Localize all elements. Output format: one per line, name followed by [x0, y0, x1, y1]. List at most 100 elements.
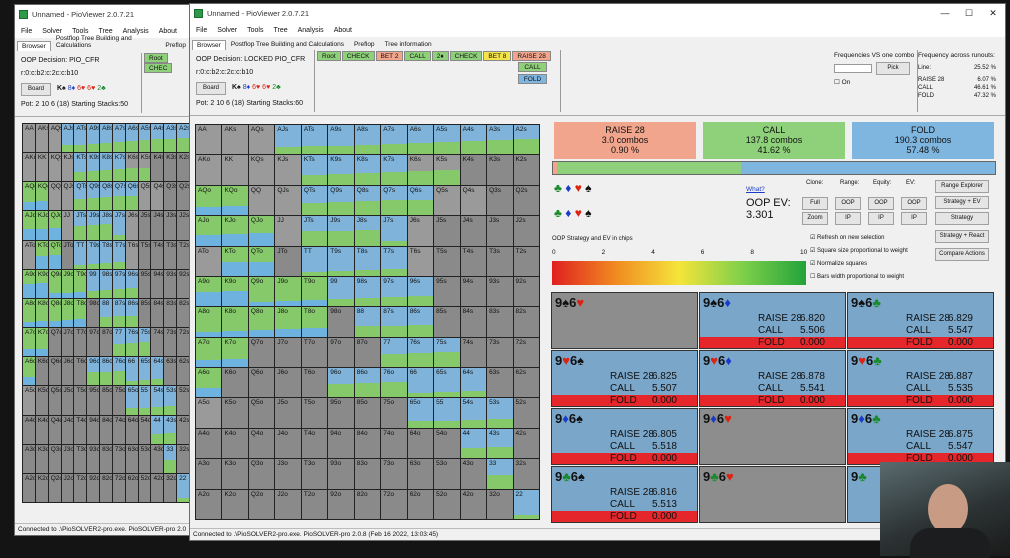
- range-cell[interactable]: 93s: [487, 276, 513, 307]
- range-cell[interactable]: QJo: [248, 216, 275, 246]
- range-cell[interactable]: A5s: [434, 125, 460, 155]
- range-cell[interactable]: JTs: [74, 211, 87, 240]
- range-cell[interactable]: KJo: [35, 211, 48, 240]
- range-cell[interactable]: K3s: [487, 155, 513, 185]
- range-cell[interactable]: 63s: [487, 368, 513, 398]
- range-cell[interactable]: QJo: [48, 211, 61, 240]
- range-cell[interactable]: T2s: [513, 246, 539, 276]
- range-cell[interactable]: 73o: [112, 444, 125, 473]
- range-cell[interactable]: J6s: [407, 216, 434, 246]
- range-cell[interactable]: T4o: [74, 415, 87, 444]
- minimize-icon[interactable]: —: [933, 8, 957, 19]
- range-cell[interactable]: J8o: [61, 298, 74, 328]
- action-chip[interactable]: CHECK: [449, 51, 483, 61]
- range-cell[interactable]: 64s: [151, 357, 164, 386]
- combo-card[interactable]: 9♣6♥: [699, 466, 846, 523]
- range-cell[interactable]: TT: [301, 246, 328, 276]
- zoom-button[interactable]: Zoom: [802, 212, 828, 225]
- range-cell[interactable]: 83s: [487, 307, 513, 337]
- range-cell[interactable]: AKs: [222, 125, 248, 155]
- range-cell[interactable]: J8s: [354, 216, 381, 246]
- range-cell[interactable]: A4o: [23, 415, 35, 444]
- range-cell[interactable]: A6s: [407, 125, 434, 155]
- range-cell[interactable]: Q3o: [248, 459, 275, 489]
- range-cell[interactable]: 98s: [354, 276, 381, 307]
- maximize-icon[interactable]: ☐: [957, 8, 981, 19]
- range-cell[interactable]: JTo: [61, 240, 74, 269]
- combo-input[interactable]: [834, 64, 872, 73]
- range-cell[interactable]: 98s: [100, 269, 112, 298]
- strategy-react-button[interactable]: Strategy + React: [935, 230, 989, 243]
- range-cell[interactable]: Q9o: [48, 269, 61, 298]
- range-cell[interactable]: T8o: [74, 298, 87, 328]
- range-cell[interactable]: 82o: [100, 473, 112, 502]
- menu-analysis[interactable]: Analysis: [298, 27, 324, 34]
- range-cell[interactable]: AQs: [248, 125, 275, 155]
- range-grid[interactable]: AA AKs AQs AJs ATs A9s A8s A7s A6s A5s A4s A3s A2s AK…: [195, 124, 540, 520]
- range-explorer-button[interactable]: Range Explorer: [935, 180, 989, 193]
- range-cell[interactable]: J6s: [125, 211, 138, 240]
- board-button[interactable]: Board: [21, 83, 51, 96]
- range-cell[interactable]: T5o: [301, 398, 328, 428]
- range-cell[interactable]: T8o: [301, 307, 328, 337]
- range-cell[interactable]: Q6o: [248, 368, 275, 398]
- range-cell[interactable]: AQs: [48, 124, 61, 153]
- range-cell[interactable]: 32o: [487, 489, 513, 519]
- range-cell[interactable]: 93s: [164, 269, 177, 298]
- equity-ip-button[interactable]: IP: [868, 212, 894, 225]
- range-cell[interactable]: K5s: [138, 153, 151, 182]
- range-cell[interactable]: 97o: [328, 337, 354, 368]
- range-cell[interactable]: A3o: [23, 444, 35, 473]
- range-cell[interactable]: ATs: [74, 124, 87, 153]
- board-button[interactable]: Board: [196, 82, 226, 95]
- range-cell[interactable]: A2o: [23, 473, 35, 502]
- range-cell[interactable]: T4s: [151, 240, 164, 269]
- range-cell[interactable]: 85o: [100, 386, 112, 415]
- range-cell[interactable]: AQo: [196, 185, 222, 216]
- range-cell[interactable]: Q2o: [248, 489, 275, 519]
- range-cell[interactable]: 44: [460, 428, 487, 459]
- range-cell[interactable]: K2o: [222, 489, 248, 519]
- range-cell[interactable]: A9s: [87, 124, 100, 153]
- range-cell[interactable]: QTs: [74, 182, 87, 211]
- range-cell[interactable]: 86s: [407, 307, 434, 337]
- range-cell[interactable]: T6s: [407, 246, 434, 276]
- range-cell[interactable]: 74s: [151, 328, 164, 357]
- range-cell[interactable]: J2o: [275, 489, 301, 519]
- range-cell[interactable]: K2s: [513, 155, 539, 185]
- range-cell[interactable]: 63o: [407, 459, 434, 489]
- range-cell[interactable]: Q7s: [112, 182, 125, 211]
- range-cell[interactable]: T2o: [74, 473, 87, 502]
- range-cell[interactable]: 74o: [381, 428, 407, 459]
- menu-solver[interactable]: Solver: [217, 27, 237, 34]
- range-cell[interactable]: Q4s: [151, 182, 164, 211]
- range-cell[interactable]: 32s: [177, 444, 189, 473]
- range-cell[interactable]: J8o: [275, 307, 301, 337]
- tab-browser[interactable]: Browser: [17, 41, 51, 51]
- range-cell[interactable]: 65o: [125, 386, 138, 415]
- range-cell[interactable]: 42o: [460, 489, 487, 519]
- range-cell[interactable]: AJo: [23, 211, 35, 240]
- range-cell[interactable]: 93o: [87, 444, 100, 473]
- what-link[interactable]: What?: [746, 186, 765, 193]
- range-cell[interactable]: K9o: [222, 276, 248, 307]
- range-cell[interactable]: 64o: [407, 428, 434, 459]
- range-cell[interactable]: 77: [381, 337, 407, 368]
- combo-card[interactable]: 9♦6♣ RAISE 28 6.875 CALL 5.547 FOLD 0.000: [847, 408, 994, 465]
- range-cell[interactable]: A6o: [196, 368, 222, 398]
- range-cell[interactable]: 73o: [381, 459, 407, 489]
- menu-about[interactable]: About: [334, 27, 352, 34]
- combo-card[interactable]: 9♠6♥: [551, 292, 698, 349]
- range-cell[interactable]: K4s: [151, 153, 164, 182]
- range-cell[interactable]: 87s: [112, 298, 125, 328]
- range-cell[interactable]: A2s: [177, 124, 189, 153]
- range-cell[interactable]: 73s: [164, 328, 177, 357]
- range-cell[interactable]: K9o: [35, 269, 48, 298]
- strategy-ev-button[interactable]: Strategy + EV: [935, 196, 989, 209]
- action-chip[interactable]: CHECK: [341, 51, 375, 61]
- range-cell[interactable]: 75s: [138, 328, 151, 357]
- combo-card[interactable]: 9♣6♠ RAISE 28 6.816 CALL 5.513 FOLD 0.000: [551, 466, 698, 523]
- range-cell[interactable]: Q5o: [248, 398, 275, 428]
- range-cell[interactable]: 65o: [407, 398, 434, 428]
- range-cell[interactable]: 33: [487, 459, 513, 489]
